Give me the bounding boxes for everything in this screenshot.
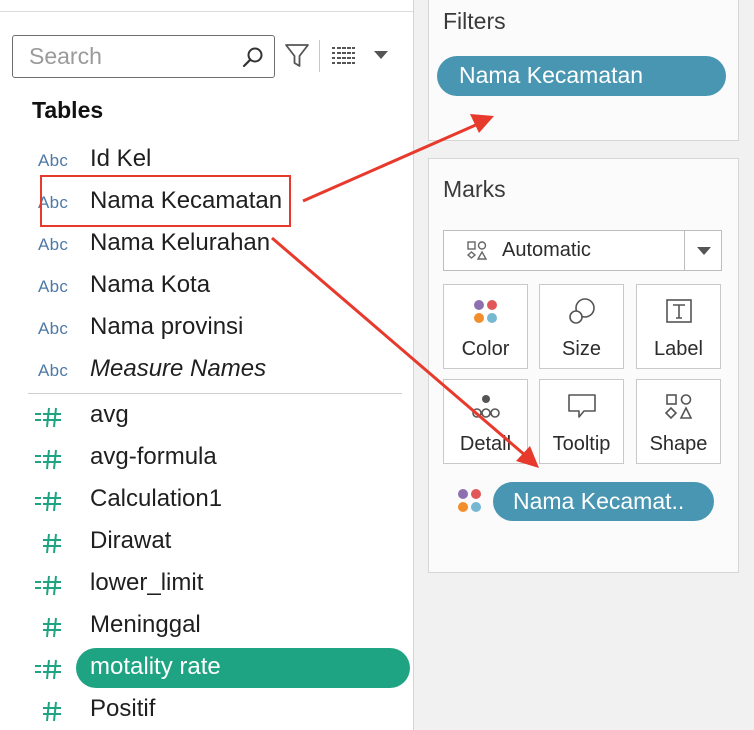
dimension-field-id-kel[interactable]: Abc Id Kel (0, 140, 410, 180)
dimension-field-measure-names[interactable]: Abc Measure Names (0, 350, 410, 390)
filter-pill-label: Nama Kecamatan (459, 62, 644, 88)
dropdown-separator (684, 231, 685, 270)
filter-pill-nama-kecamatan[interactable]: Nama Kecamatan (437, 56, 726, 96)
calculated-measure-icon (35, 407, 61, 428)
chevron-down-icon[interactable] (696, 246, 712, 256)
search-icon[interactable] (242, 46, 264, 68)
string-type-icon: Abc (38, 277, 69, 296)
shape-button[interactable]: Shape (636, 379, 721, 464)
field-label: avg (90, 401, 129, 428)
size-circles-icon (569, 298, 595, 324)
annotation-highlight-box (40, 175, 291, 227)
label-text-icon (666, 299, 692, 323)
color-button[interactable]: Color (443, 284, 528, 369)
measure-field-motality-rate[interactable]: motality rate (0, 648, 410, 688)
field-label: Nama Kota (90, 271, 211, 298)
color-dots-icon (458, 489, 481, 512)
field-label: lower_limit (90, 569, 204, 596)
filter-icon[interactable] (284, 42, 310, 70)
string-type-icon: Abc (38, 319, 69, 338)
dimensions-measures-divider (28, 393, 402, 394)
measure-field-meninggal[interactable]: Meninggal (0, 606, 410, 646)
filters-title: Filters (443, 8, 506, 34)
color-pill-nama-kecamatan[interactable]: Nama Kecamat.. (493, 482, 714, 521)
top-divider (0, 0, 414, 12)
automatic-mark-icon (466, 241, 488, 260)
size-button[interactable]: Size (539, 284, 624, 369)
string-type-icon: Abc (38, 151, 69, 170)
measure-field-avg-formula[interactable]: avg-formula (0, 438, 410, 478)
tooltip-bubble-icon (568, 394, 596, 418)
tooltip-button[interactable]: Tooltip (539, 379, 624, 464)
list-view-icon[interactable] (330, 44, 358, 66)
mark-type-dropdown[interactable]: Automatic (443, 230, 722, 271)
measure-field-lower-limit[interactable]: lower_limit (0, 564, 410, 604)
field-label: Measure Names (90, 355, 267, 382)
field-label: avg-formula (90, 443, 217, 470)
search-input[interactable] (29, 44, 229, 68)
field-label: motality rate (90, 653, 221, 680)
field-label: Nama Kelurahan (90, 229, 271, 256)
field-label: Nama provinsi (90, 313, 244, 340)
tooltip-button-label: Tooltip (552, 433, 611, 455)
label-button[interactable]: Label (636, 284, 721, 369)
measure-field-dirawat[interactable]: Dirawat (0, 522, 410, 562)
string-type-icon: Abc (38, 235, 69, 254)
color-pill-label: Nama Kecamat.. (513, 488, 685, 514)
marks-title: Marks (443, 176, 506, 202)
color-dots-icon (474, 300, 497, 323)
field-label: Meninggal (90, 611, 201, 638)
detail-button[interactable]: Detail (443, 379, 528, 464)
measure-icon (43, 617, 61, 638)
dimension-field-nama-provinsi[interactable]: Abc Nama provinsi (0, 308, 410, 348)
field-label: Positif (90, 695, 156, 722)
color-button-label: Color (461, 338, 510, 360)
field-label: Calculation1 (90, 485, 223, 512)
detail-dots-icon (472, 395, 500, 418)
toolbar-separator (319, 40, 320, 72)
calculated-measure-icon (35, 659, 61, 680)
measure-icon (43, 533, 61, 554)
tables-heading: Tables (32, 97, 104, 123)
shape-button-label: Shape (649, 433, 708, 455)
size-button-label: Size (562, 338, 601, 360)
measure-field-avg[interactable]: avg (0, 396, 410, 436)
shape-icon (664, 394, 693, 420)
mark-type-label: Automatic (502, 239, 591, 261)
measure-field-calculation1[interactable]: Calculation1 (0, 480, 410, 520)
calculated-measure-icon (35, 491, 61, 512)
field-label: Dirawat (90, 527, 172, 554)
search-box[interactable] (12, 35, 275, 78)
detail-button-label: Detail (459, 433, 512, 455)
measure-field-positif[interactable]: Positif (0, 690, 410, 730)
field-label: Id Kel (90, 145, 152, 172)
dimension-field-nama-kota[interactable]: Abc Nama Kota (0, 266, 410, 306)
dimension-field-nama-kelurahan[interactable]: Abc Nama Kelurahan (0, 224, 410, 264)
calculated-measure-icon (35, 449, 61, 470)
chevron-down-icon[interactable] (372, 49, 390, 61)
string-type-icon: Abc (38, 361, 69, 380)
calculated-measure-icon (35, 575, 61, 596)
measure-icon (43, 701, 61, 722)
label-button-label: Label (654, 338, 703, 360)
